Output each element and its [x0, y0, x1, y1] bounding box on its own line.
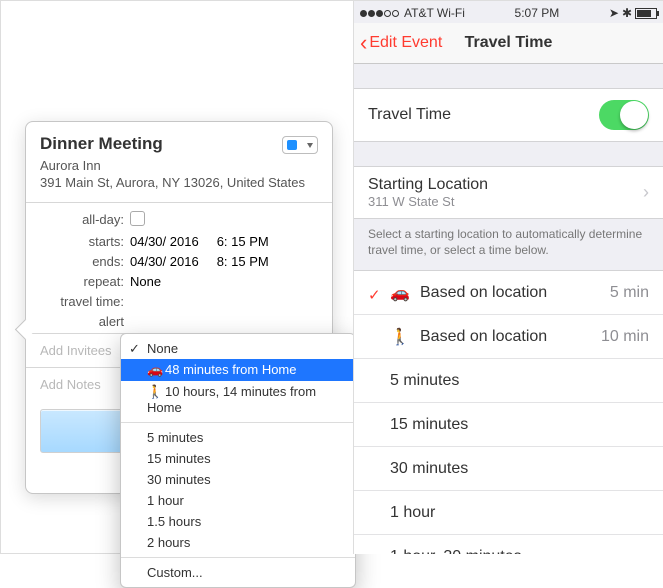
starting-location-footnote: Select a starting location to automatica…: [354, 219, 663, 258]
starting-location-label: Starting Location: [368, 176, 643, 194]
label-repeat: repeat:: [40, 274, 124, 289]
menu-item-2-hours[interactable]: 2 hours: [121, 532, 355, 553]
chevron-down-icon: [307, 143, 313, 148]
travel-time-toggle[interactable]: [599, 100, 649, 130]
travel-time-options-list: ✓ 🚗 Based on location 5 min 🚶 Based on l…: [354, 270, 663, 554]
starting-location-row[interactable]: Starting Location 311 W State St ›: [354, 167, 663, 218]
bluetooth-icon: ✱: [622, 6, 632, 20]
calendar-color-picker[interactable]: [282, 136, 318, 154]
menu-item-1-5-hours[interactable]: 1.5 hours: [121, 511, 355, 532]
label-travel-time: travel time:: [40, 294, 124, 309]
travel-time-label: Travel Time: [368, 106, 451, 124]
back-button[interactable]: ‹ Edit Event: [360, 34, 442, 52]
travel-time-toggle-row[interactable]: Travel Time: [354, 89, 663, 141]
car-icon: 🚗: [390, 283, 410, 303]
status-bar: AT&T Wi-Fi 5:07 PM ➤ ✱: [354, 1, 663, 23]
car-icon: 🚗: [147, 362, 161, 378]
event-location-name: Aurora Inn: [40, 158, 101, 173]
iphone-screen: AT&T Wi-Fi 5:07 PM ➤ ✱ ‹ Edit Event Trav…: [353, 1, 663, 554]
menu-item-5-min[interactable]: 5 minutes: [121, 427, 355, 448]
option-15-min[interactable]: 15 minutes: [354, 403, 663, 447]
calendar-color-swatch: [287, 140, 297, 150]
nav-title: Travel Time: [465, 34, 553, 52]
label-starts: starts:: [40, 234, 124, 249]
option-car-based[interactable]: ✓ 🚗 Based on location 5 min: [354, 271, 663, 315]
end-time-field[interactable]: 8: 15 PM: [217, 254, 269, 269]
start-date-field[interactable]: 04/30/ 2016: [130, 234, 199, 249]
end-date-field[interactable]: 04/30/ 2016: [130, 254, 199, 269]
status-carrier: AT&T Wi-Fi: [404, 6, 465, 20]
starting-location-value: 311 W State St: [368, 194, 643, 209]
label-ends: ends:: [40, 254, 124, 269]
event-location-address: 391 Main St, Aurora, NY 13026, United St…: [40, 175, 305, 190]
menu-item-30-min[interactable]: 30 minutes: [121, 469, 355, 490]
location-icon: ➤: [609, 6, 619, 20]
option-5-min[interactable]: 5 minutes: [354, 359, 663, 403]
menu-item-1-hour[interactable]: 1 hour: [121, 490, 355, 511]
option-30-min[interactable]: 30 minutes: [354, 447, 663, 491]
label-alert: alert: [40, 314, 124, 329]
menu-separator: [121, 422, 355, 423]
menu-item-none[interactable]: ✓ None: [121, 338, 355, 359]
start-time-field[interactable]: 6: 15 PM: [217, 234, 269, 249]
label-all-day: all-day:: [40, 212, 124, 227]
checkmark-icon: ✓: [368, 286, 382, 299]
menu-item-car-from-home[interactable]: 🚗48 minutes from Home: [121, 359, 355, 381]
status-time: 5:07 PM: [515, 6, 560, 20]
pedestrian-icon: 🚶: [390, 327, 410, 347]
disclosure-chevron-icon: ›: [643, 182, 649, 203]
menu-item-walk-from-home[interactable]: 🚶10 hours, 14 minutes from Home: [121, 381, 355, 418]
signal-strength-icon: [360, 6, 400, 20]
menu-item-custom[interactable]: Custom...: [121, 562, 355, 583]
battery-icon: [635, 8, 657, 19]
event-title: Dinner Meeting: [40, 134, 318, 154]
option-1-hour[interactable]: 1 hour: [354, 491, 663, 535]
checkmark-icon: ✓: [129, 341, 140, 357]
repeat-field[interactable]: None: [130, 274, 318, 289]
pedestrian-icon: 🚶: [147, 384, 161, 400]
menu-item-15-min[interactable]: 15 minutes: [121, 448, 355, 469]
menu-separator: [121, 557, 355, 558]
travel-time-menu[interactable]: ✓ None 🚗48 minutes from Home 🚶10 hours, …: [120, 333, 356, 588]
option-1h30[interactable]: 1 hour, 30 minutes: [354, 535, 663, 554]
nav-bar: ‹ Edit Event Travel Time: [354, 23, 663, 64]
all-day-checkbox[interactable]: [130, 211, 145, 226]
option-walk-based[interactable]: 🚶 Based on location 10 min: [354, 315, 663, 359]
